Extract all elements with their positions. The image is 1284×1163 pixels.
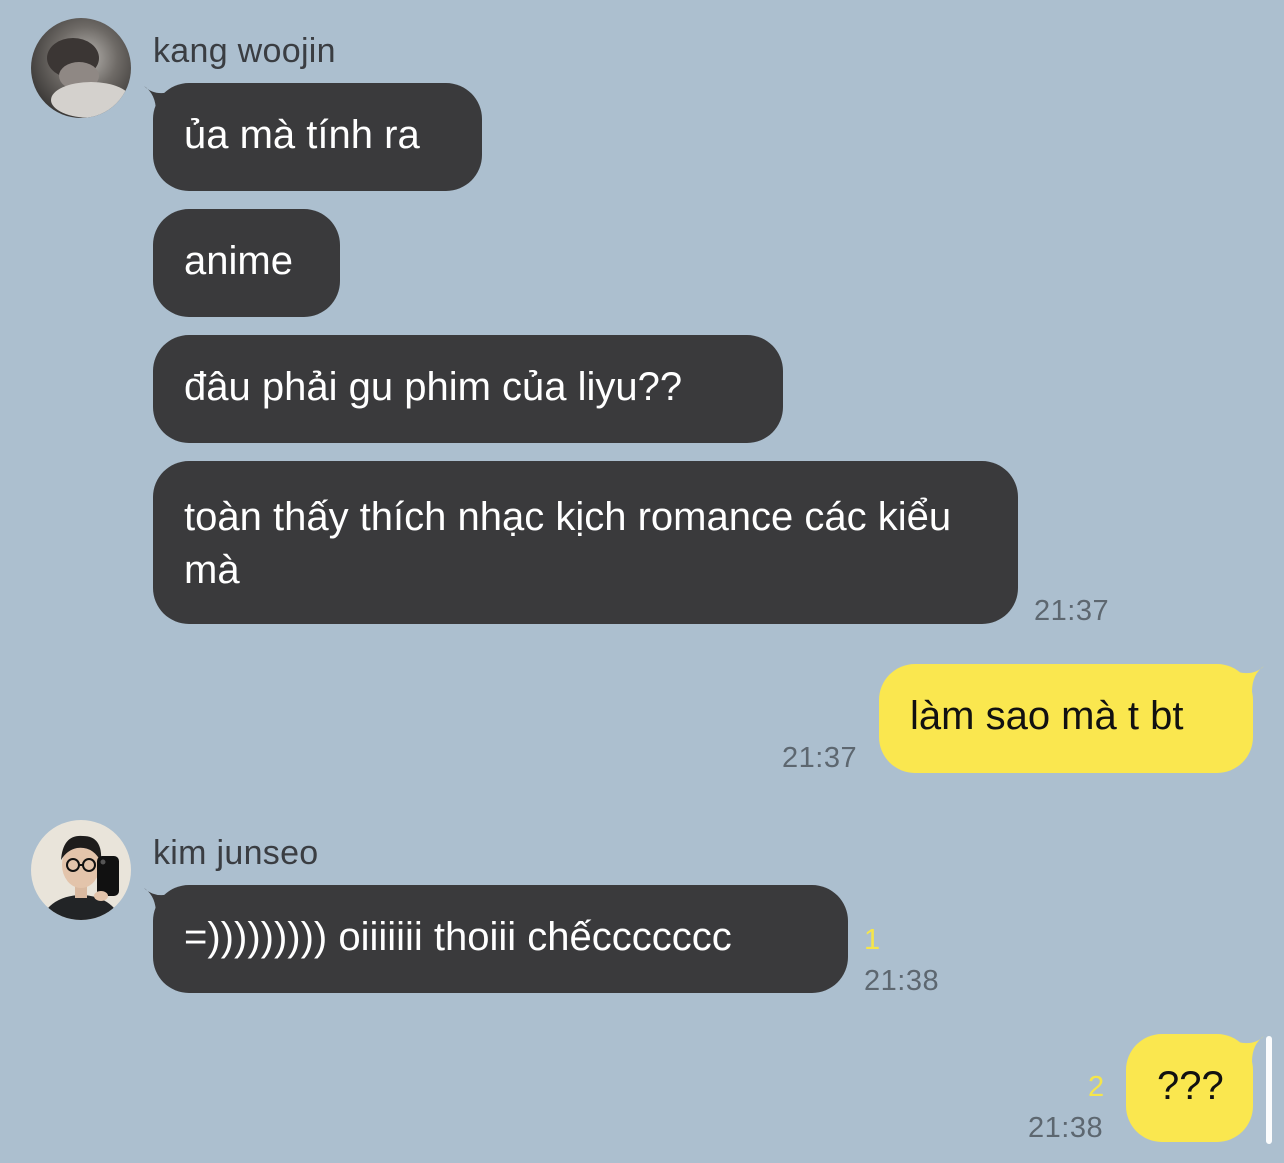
unread-count: 2 [1088, 1071, 1105, 1103]
message-timestamp: 21:38 [1028, 1112, 1104, 1144]
message-timestamp: 21:38 [864, 965, 940, 997]
message-bubble[interactable]: =))))))))) oiiiiiii thoiii chếccccccc [153, 885, 848, 993]
message-bubble[interactable]: ủa mà tính ra [153, 83, 482, 191]
scrollbar[interactable] [1266, 1036, 1272, 1144]
message-bubble[interactable]: anime [153, 209, 340, 317]
bubble-tail-icon [1238, 666, 1264, 692]
chat-room: kang woojin ủa mà tính ra anime đâu phải… [0, 0, 1284, 1163]
message-bubble[interactable]: ??? [1126, 1034, 1253, 1142]
sender-name: kim junseo [153, 834, 319, 872]
kim-junseo-avatar[interactable] [31, 820, 131, 920]
message-bubble[interactable]: toàn thấy thích nhạc kịch romance các ki… [153, 461, 1018, 624]
kang-woojin-avatar[interactable] [31, 18, 131, 118]
sender-name: kang woojin [153, 32, 336, 70]
message-timestamp: 21:37 [1034, 595, 1110, 627]
unread-count: 1 [864, 924, 881, 956]
bubble-tail-icon [1238, 1036, 1264, 1062]
message-bubble[interactable]: đâu phải gu phim của liyu?? [153, 335, 783, 443]
message-timestamp: 21:37 [782, 742, 858, 774]
message-bubble[interactable]: làm sao mà t bt [879, 664, 1253, 773]
